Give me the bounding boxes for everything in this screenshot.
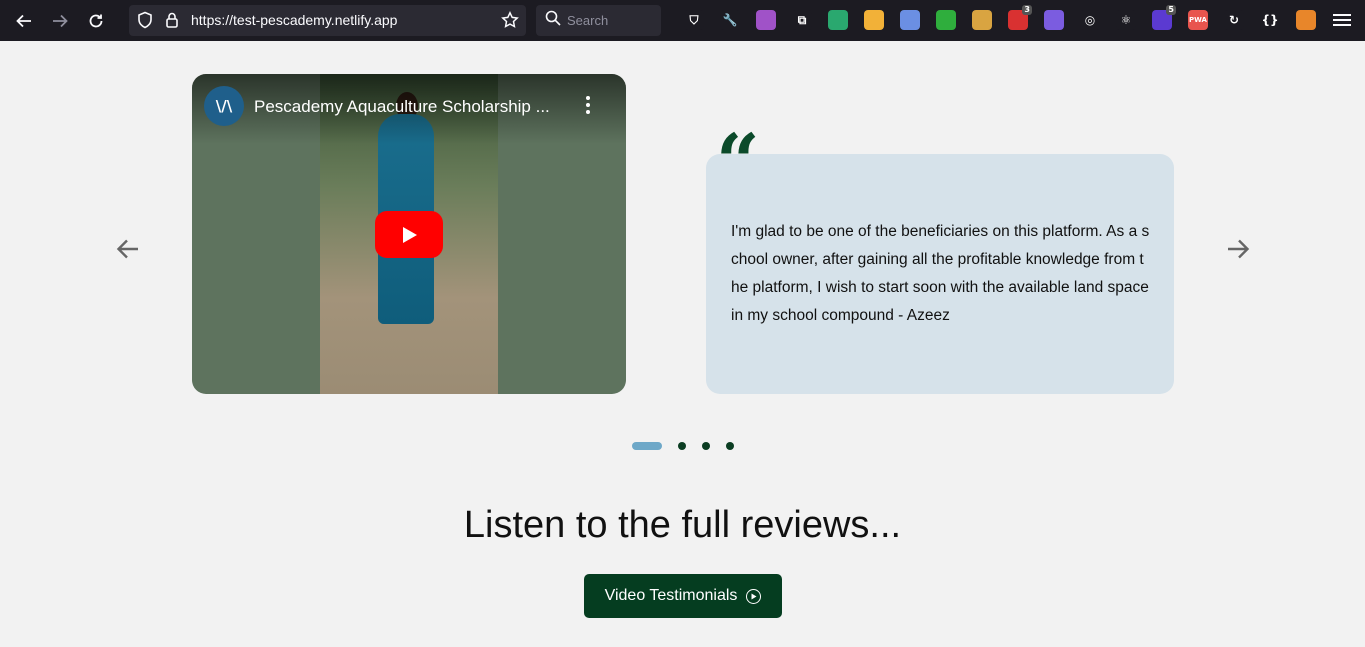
search-icon (545, 10, 561, 30)
address-bar[interactable]: https://test-pescademy.netlify.app (129, 5, 526, 36)
extension-badge: 3 (1022, 5, 1032, 15)
carousel-indicators (632, 441, 734, 451)
hamburger-menu-icon[interactable] (1333, 11, 1351, 29)
play-circle-icon (746, 588, 762, 604)
reload-button[interactable] (83, 8, 109, 34)
play-button[interactable] (375, 211, 443, 258)
gear-extension-icon[interactable] (1044, 10, 1064, 30)
video-title[interactable]: Pescademy Aquaculture Scholarship ... (254, 97, 574, 117)
video-testimonials-label: Video Testimonials (604, 587, 738, 604)
arrow-left-icon (116, 239, 138, 259)
play-icon (403, 226, 417, 243)
refresh-extension-icon[interactable]: ↻ (1224, 10, 1244, 30)
youtube-video-embed[interactable]: \/\ Pescademy Aquaculture Scholarship ..… (192, 74, 626, 394)
more-options-icon[interactable] (584, 96, 592, 116)
forward-arrow-icon (53, 14, 68, 28)
carousel-next-button[interactable] (1223, 234, 1253, 264)
arrow-right-icon (1228, 239, 1250, 259)
video-testimonials-button[interactable]: Video Testimonials (584, 574, 782, 618)
brush-extension-icon[interactable] (972, 10, 992, 30)
search-placeholder: Search (567, 13, 609, 28)
shield-extension-icon[interactable]: 3 (1008, 5, 1032, 30)
lock-icon[interactable] (165, 11, 179, 33)
reload-icon (89, 14, 103, 28)
url-text[interactable]: https://test-pescademy.netlify.app (191, 12, 397, 28)
carousel-dot-4[interactable] (726, 442, 734, 450)
extension-badge: 5 (1166, 5, 1176, 15)
ruler-extension-icon[interactable] (936, 10, 956, 30)
json-extension-icon[interactable]: {} (1260, 10, 1280, 30)
stack-extension-icon[interactable]: 5 (1152, 5, 1176, 30)
back-button[interactable] (11, 8, 37, 34)
translate-extension-icon[interactable] (900, 10, 920, 30)
ghost-extension-icon[interactable] (756, 10, 776, 30)
cookie-extension-icon[interactable]: ◎ (1080, 10, 1100, 30)
browser-toolbar: https://test-pescademy.netlify.app Searc… (0, 0, 1365, 41)
pocket-icon[interactable]: ⛉ (684, 10, 704, 30)
react-extension-icon[interactable]: ⚛ (1116, 10, 1136, 30)
carousel-dot-3[interactable] (702, 442, 710, 450)
pwa-extension-icon[interactable]: PWA (1188, 10, 1208, 30)
carousel-dot-2[interactable] (678, 442, 686, 450)
search-bar[interactable]: Search (536, 5, 661, 36)
bookmark-star-icon[interactable] (501, 11, 519, 33)
fox-extension-icon[interactable] (1296, 10, 1316, 30)
puzzle-extension-icon[interactable]: ⧉ (792, 10, 812, 30)
shield-icon[interactable] (137, 11, 153, 33)
testimonial-text: I'm glad to be one of the beneficiaries … (731, 223, 1150, 324)
carousel-dot-1[interactable] (632, 442, 662, 450)
wrench-icon[interactable]: 🔧 (720, 10, 740, 30)
testimonial-card: I'm glad to be one of the beneficiaries … (706, 154, 1174, 394)
forward-button[interactable] (47, 8, 73, 34)
eye-dropper-extension-icon[interactable] (828, 10, 848, 30)
back-arrow-icon (16, 14, 31, 28)
colorful-extension-icon[interactable] (864, 10, 884, 30)
section-heading: Listen to the full reviews... (463, 504, 902, 546)
carousel-prev-button[interactable] (113, 234, 143, 264)
channel-avatar[interactable]: \/\ (204, 86, 244, 126)
